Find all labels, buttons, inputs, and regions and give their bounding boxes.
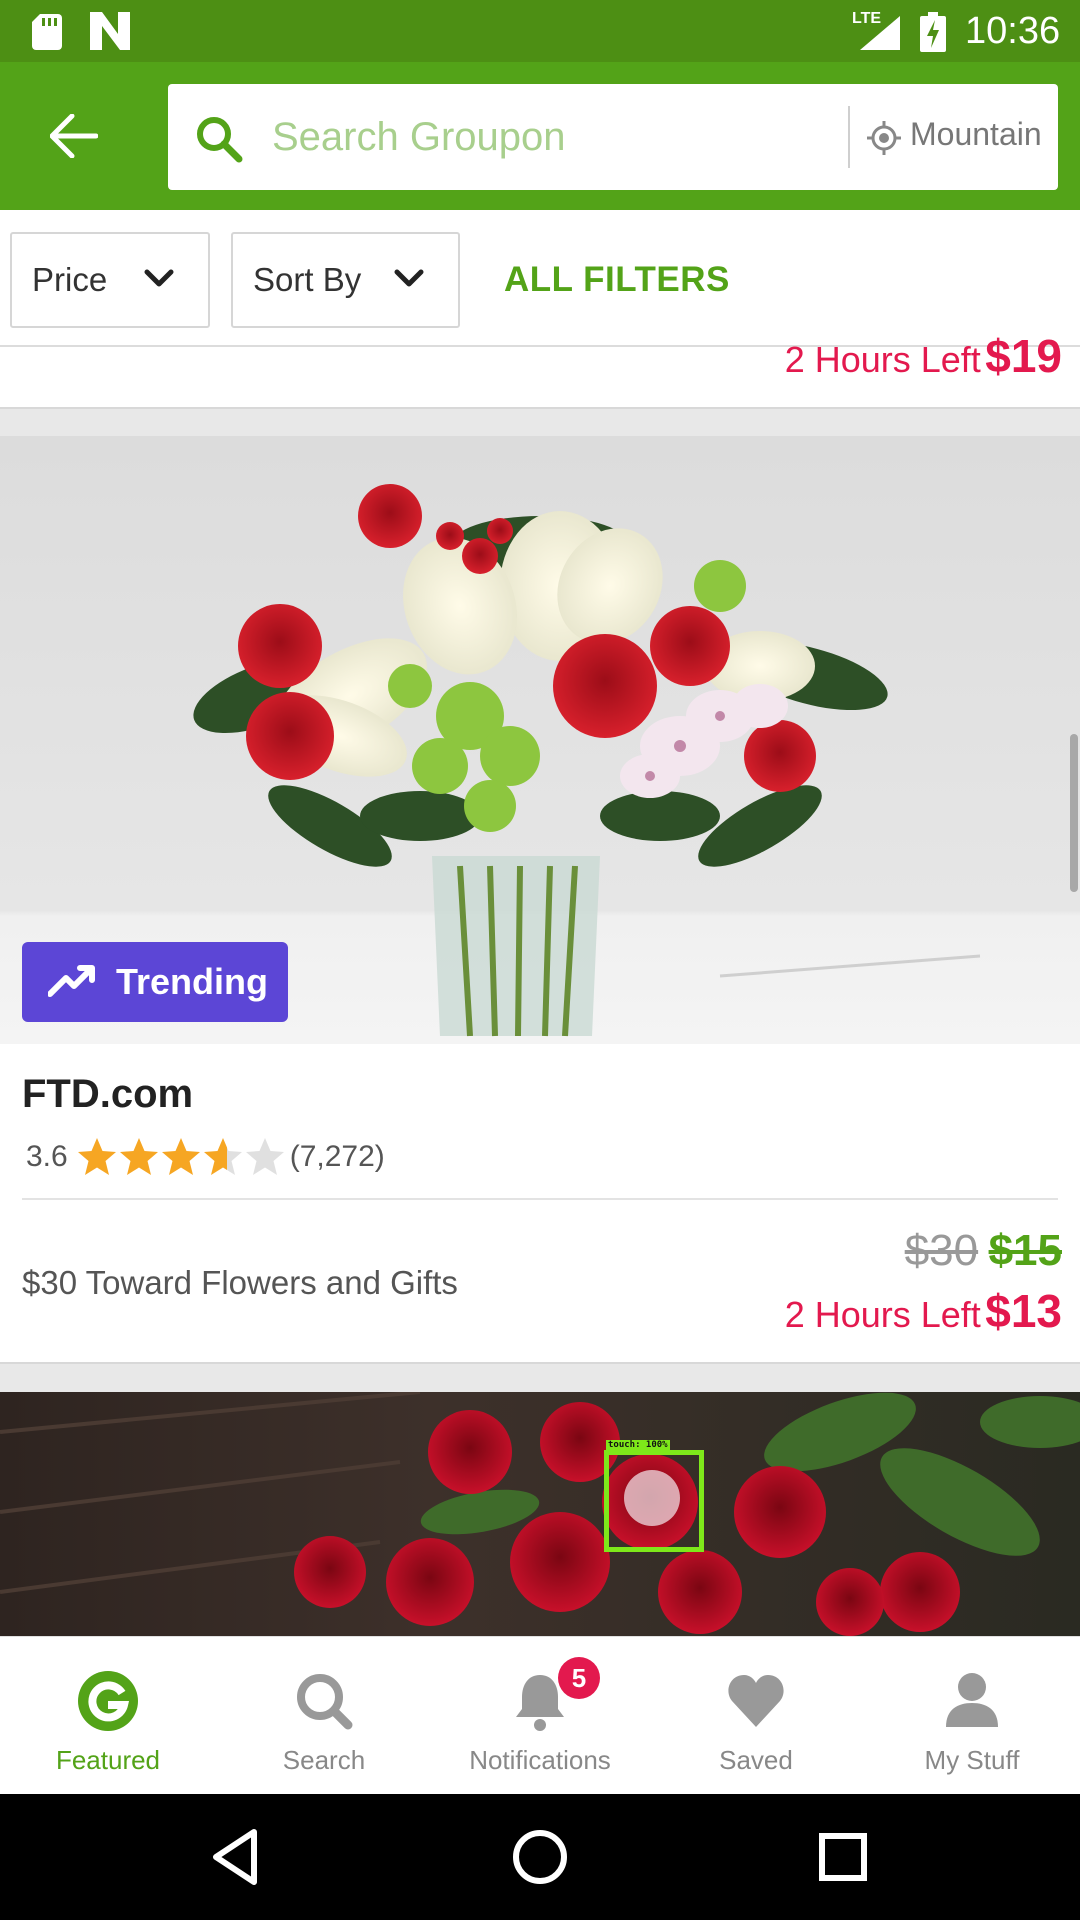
groupon-g-icon: [78, 1671, 138, 1731]
red-roses-image: [0, 1392, 1080, 1636]
nav-label: Featured: [55, 1745, 161, 1775]
trending-up-icon: [48, 965, 95, 997]
nav-notifications[interactable]: Notifications 5: [432, 1637, 648, 1794]
nav-saved[interactable]: Saved: [648, 1637, 864, 1794]
time-left-price: $13: [985, 1285, 1062, 1337]
original-price: $30: [904, 1226, 979, 1275]
back-button[interactable]: [40, 106, 108, 166]
location-label[interactable]: Mountain: [910, 116, 1042, 153]
app-bar: Mountain: [0, 62, 1080, 210]
heart-icon: [728, 1675, 784, 1727]
sort-by-label: Sort By: [253, 261, 362, 298]
touch-indicator-label: touch: 100%: [606, 1440, 670, 1450]
all-filters-button[interactable]: ALL FILTERS: [504, 260, 730, 300]
deal-card[interactable]: Trending FTD.com 3.6 (7,272) $30 Toward …: [0, 436, 1080, 1364]
nav-featured[interactable]: Featured: [0, 1637, 216, 1794]
search-input[interactable]: [272, 106, 832, 168]
time-left-label: 2 Hours Left: [784, 1294, 981, 1335]
arrow-left-icon: [50, 114, 98, 158]
star-icon: [161, 1138, 200, 1175]
filter-bar: Price Sort By ALL FILTERS: [0, 210, 1080, 347]
search-icon: [197, 117, 243, 163]
price-filter-label: Price: [32, 261, 108, 298]
location-target-icon[interactable]: [866, 120, 902, 156]
price-row: $30 $15: [905, 1226, 1062, 1276]
review-count: (7,272): [289, 1140, 385, 1173]
trending-label: Trending: [116, 961, 268, 1002]
notification-count-badge: 5: [558, 1657, 600, 1699]
card-divider: [22, 1198, 1058, 1200]
star-rating: [76, 1136, 286, 1178]
trending-badge: Trending: [22, 942, 288, 1022]
scrollbar[interactable]: [1070, 734, 1078, 892]
chevron-down-icon: [144, 269, 174, 287]
search-icon: [297, 1674, 353, 1730]
nav-my-stuff[interactable]: My Stuff: [864, 1637, 1080, 1794]
time-left-row: 2 Hours Left $19: [785, 329, 1062, 383]
star-icon: [77, 1138, 116, 1175]
sort-by-dropdown[interactable]: Sort By: [231, 232, 460, 328]
star-icon: [245, 1138, 284, 1175]
chevron-down-icon: [394, 269, 424, 287]
search-box[interactable]: Mountain: [168, 84, 1058, 190]
notification-n-icon: [90, 12, 130, 50]
system-nav-bar: [0, 1794, 1080, 1920]
bottom-nav: Featured Search Notifications 5 Saved My…: [0, 1636, 1080, 1794]
deal-image-flower-bouquet[interactable]: Trending: [0, 436, 1080, 1044]
clock: 10:36: [965, 10, 1061, 52]
nav-search[interactable]: Search: [216, 1637, 432, 1794]
nav-label: Saved: [719, 1745, 793, 1775]
deal-title: $30 Toward Flowers and Gifts: [22, 1264, 458, 1301]
deal-card-previous[interactable]: 2 Hours Left $19: [0, 330, 1080, 409]
signal-icon: [860, 16, 900, 50]
system-home-icon[interactable]: [507, 1824, 573, 1890]
star-icon: [203, 1138, 242, 1175]
system-recents-icon[interactable]: [810, 1824, 876, 1890]
price-filter-dropdown[interactable]: Price: [10, 232, 210, 328]
sale-price: $15: [988, 1226, 1062, 1275]
nav-label: Notifications: [469, 1745, 611, 1775]
touch-indicator-dot: [624, 1470, 680, 1526]
person-icon: [946, 1673, 998, 1727]
nav-label: My Stuff: [924, 1745, 1020, 1775]
merchant-name: FTD.com: [22, 1072, 194, 1116]
time-left-label: 2 Hours Left: [784, 339, 981, 380]
nav-label: Search: [282, 1745, 366, 1775]
deal-card-next[interactable]: [0, 1392, 1080, 1636]
search-divider: [848, 106, 850, 168]
sd-card-icon: [32, 14, 62, 50]
battery-charging-icon: [920, 12, 946, 52]
time-left-row: 2 Hours Left $13: [785, 1284, 1062, 1338]
star-icon: [119, 1138, 158, 1175]
rating-value: 3.6: [26, 1140, 68, 1173]
system-back-icon[interactable]: [204, 1824, 270, 1890]
status-bar: LTE 10:36: [0, 0, 1080, 62]
rating-row: 3.6 (7,272): [26, 1136, 385, 1178]
time-left-price: $19: [985, 330, 1062, 382]
